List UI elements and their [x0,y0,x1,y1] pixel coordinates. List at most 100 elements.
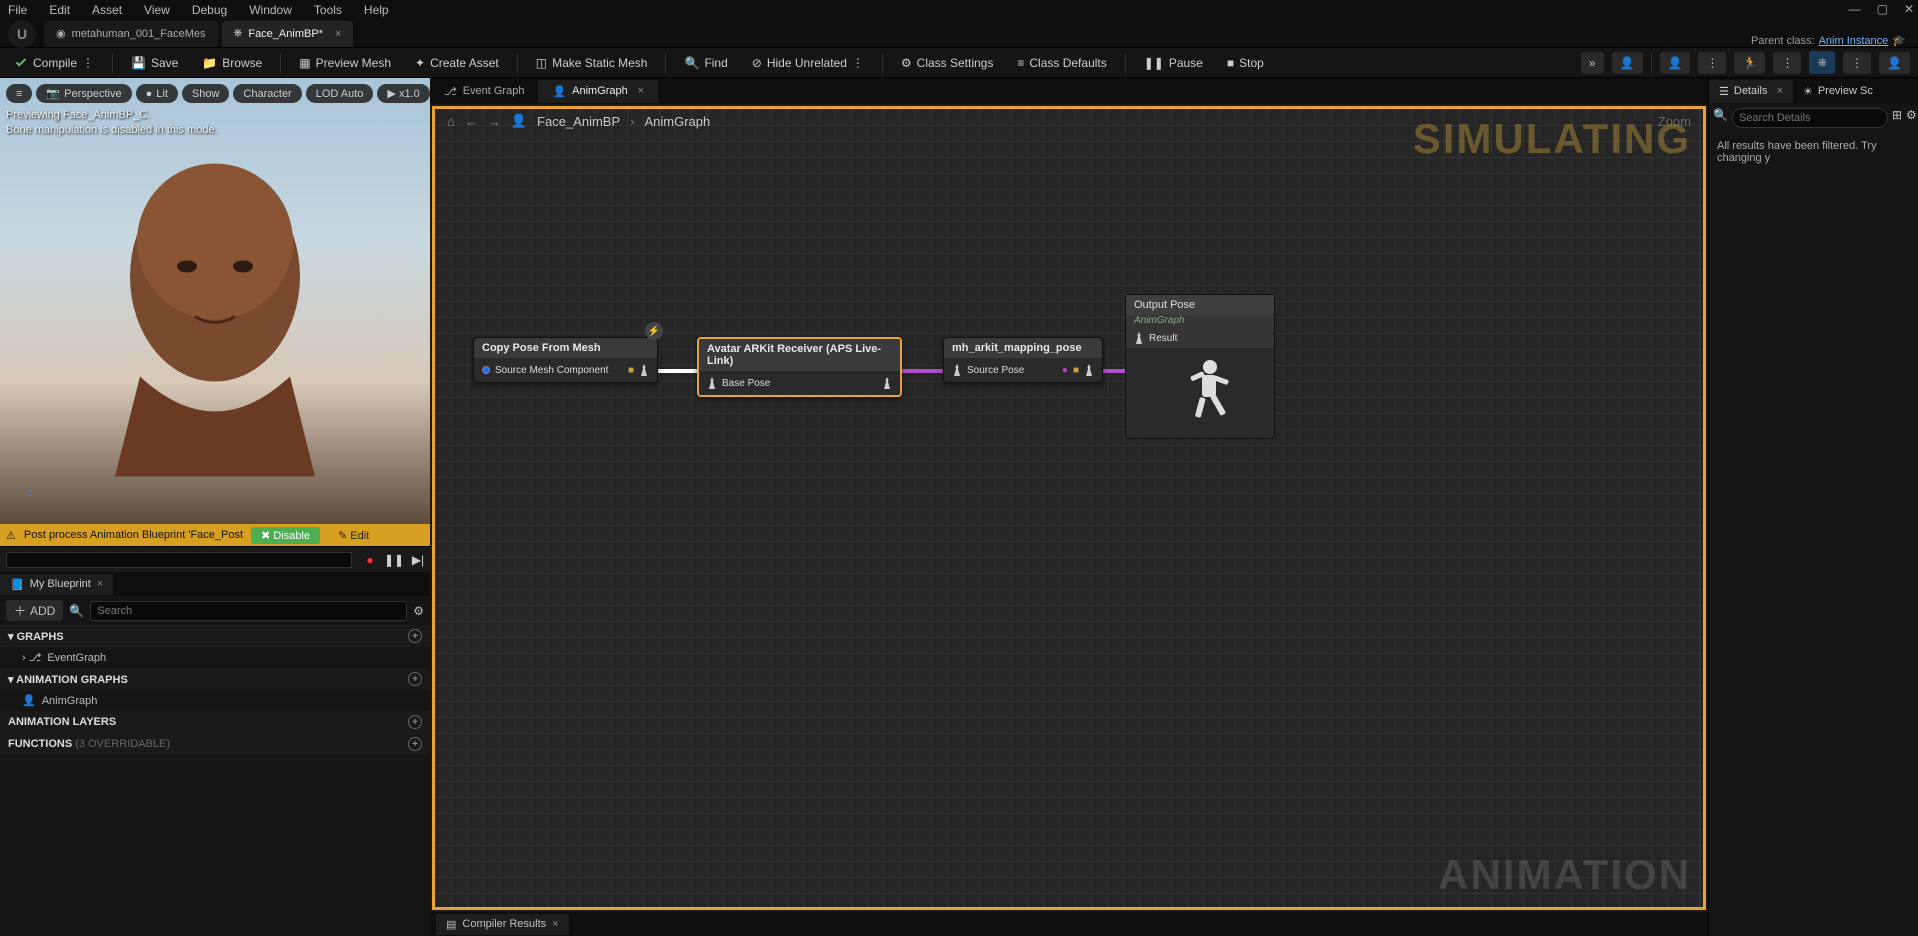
blueprint-search-input[interactable] [90,601,407,621]
nav-home-icon[interactable]: ⌂ [447,114,455,129]
overflow-button[interactable]: » [1581,52,1604,74]
add-graph-icon[interactable]: + [408,629,422,643]
settings-icon[interactable]: ⚙ [413,604,424,618]
skeleton-mode-dropdown[interactable]: ⋮ [1698,52,1726,74]
node-arkit-mapping[interactable]: mh_arkit_mapping_pose Source Pose ●■ [943,337,1103,383]
close-tab-icon[interactable]: × [638,85,644,97]
viewport-lod-button[interactable]: LOD Auto [306,84,374,103]
anim-graph-tab[interactable]: 👤AnimGraph× [538,80,658,103]
pin-result[interactable]: Result [1134,332,1266,344]
preview-viewport[interactable]: ≡ 📷Perspective ●Lit Show Character LOD A… [0,78,430,546]
menu-tools[interactable]: Tools [314,3,342,17]
nav-back-icon[interactable]: ← [465,114,478,129]
menu-window[interactable]: Window [249,3,292,17]
viewport-perspective-button[interactable]: 📷Perspective [36,84,131,103]
hide-unrelated-button[interactable]: ⊘Hide Unrelated⋮ [746,53,870,73]
details-search-input[interactable] [1732,108,1888,128]
pin-out-pose[interactable]: ■ [628,364,649,376]
minimize-icon[interactable]: — [1849,2,1861,16]
gear-icon[interactable]: ⚙ [1906,108,1917,128]
viewport-show-button[interactable]: Show [182,84,230,103]
timeline-pause-button[interactable]: ❚❚ [384,550,404,570]
doc-tab-metahuman[interactable]: ◉ metahuman_001_FaceMes [44,21,218,47]
pin-base-pose[interactable]: Base Pose [707,377,770,389]
save-icon: 💾 [131,56,146,70]
menu-asset[interactable]: Asset [92,3,122,17]
compile-button[interactable]: Compile ⋮ [8,53,100,73]
doc-tab-face-animbp[interactable]: ⎈ Face_AnimBP* × [222,21,354,47]
maximize-icon[interactable]: ▢ [1877,2,1888,16]
disable-button[interactable]: ✖ Disable [251,527,320,544]
close-icon[interactable]: ✕ [1904,2,1914,16]
node-copy-pose[interactable]: Copy Pose From Mesh Source Mesh Componen… [473,337,658,383]
node-output-pose[interactable]: Output Pose AnimGraph Result [1125,294,1275,439]
pin-source-mesh[interactable]: Source Mesh Component [482,365,608,376]
preview-mesh-button[interactable]: ▦Preview Mesh [293,53,397,73]
close-panel-icon[interactable]: × [97,578,103,590]
grid-icon[interactable]: ⊞ [1892,108,1902,128]
unreal-logo-icon[interactable]: U [8,20,36,48]
details-tab[interactable]: ☰Details× [1709,80,1793,103]
anim-graph-item[interactable]: 👤 AnimGraph [0,690,430,711]
menu-help[interactable]: Help [364,3,389,17]
create-asset-button[interactable]: ✦Create Asset [409,53,505,73]
graph-canvas[interactable]: ⌂ ← → 👤 Face_AnimBP › AnimGraph Zoom SIM… [432,106,1706,910]
viewport-speed-button[interactable]: ▶ x1.0 [377,84,429,103]
parent-class-link[interactable]: Anim Instance [1819,35,1889,47]
close-tab-icon[interactable]: × [335,28,341,40]
dropdown-icon[interactable]: ⋮ [852,56,864,70]
pause-button[interactable]: ❚❚Pause [1138,53,1209,73]
menu-view[interactable]: View [144,3,170,17]
animation-mode-button[interactable]: 🏃 [1734,52,1765,74]
anim-blueprint-dropdown[interactable]: ⋮ [1843,52,1871,74]
menu-file[interactable]: File [8,3,27,17]
timeline-track[interactable] [6,552,352,568]
class-settings-button[interactable]: ⚙Class Settings [895,53,999,73]
my-blueprint-tab[interactable]: 📘 My Blueprint × [0,574,113,595]
physics-mode-button[interactable]: 👤 [1879,52,1910,74]
animation-mode-dropdown[interactable]: ⋮ [1773,52,1801,74]
viewport-lit-button[interactable]: ●Lit [136,84,178,103]
skeleton-mode-button[interactable]: 👤 [1660,52,1691,74]
add-anim-graph-icon[interactable]: + [408,672,422,686]
find-button[interactable]: 🔍Find [678,53,733,73]
add-function-icon[interactable]: + [408,737,422,751]
event-graph-tab[interactable]: ⎇Event Graph [430,80,538,103]
nav-forward-icon[interactable]: → [488,114,501,129]
breadcrumb-root[interactable]: Face_AnimBP [537,114,620,129]
add-anim-layer-icon[interactable]: + [408,715,422,729]
viewport-character-button[interactable]: Character [233,84,301,103]
pin-out-pose[interactable] [882,377,892,389]
debug-object-button[interactable]: 👤 [1612,52,1643,74]
event-graph-item[interactable]: › ⎇ EventGraph [0,647,430,668]
class-defaults-button[interactable]: ≡Class Defaults [1011,53,1112,73]
dropdown-icon[interactable]: ⋮ [82,56,94,70]
save-button[interactable]: 💾Save [125,53,184,73]
browse-button[interactable]: 📁Browse [196,53,268,73]
graphs-section[interactable]: ▾ GRAPHS+ [0,625,430,647]
anim-layers-section[interactable]: ANIMATION LAYERS+ [0,711,430,733]
preview-scene-tab[interactable]: ☀Preview Sc [1793,80,1883,103]
anim-blueprint-mode-button[interactable]: ⎈ [1809,51,1835,74]
make-static-mesh-button[interactable]: ◫Make Static Mesh [530,53,654,73]
compiler-results-tab[interactable]: ▤ Compiler Results × [436,914,569,935]
node-avatar-arkit[interactable]: Avatar ARKit Receiver (APS Live-Link) Ba… [697,337,902,397]
close-icon[interactable]: × [1777,85,1783,97]
graduation-icon[interactable]: 🎓 [1892,34,1906,47]
breadcrumb-leaf[interactable]: AnimGraph [644,114,710,129]
record-button[interactable]: ● [360,550,380,570]
stop-button[interactable]: ■Stop [1221,53,1270,73]
hide-icon: ⊘ [752,56,762,70]
close-icon[interactable]: × [552,918,558,930]
node-badge-icon[interactable]: ⚡ [645,322,663,340]
menu-debug[interactable]: Debug [192,3,227,17]
edit-button[interactable]: ✎ Edit [328,527,379,544]
viewport-menu-button[interactable]: ≡ [6,84,32,103]
functions-section[interactable]: FUNCTIONS (3 OVERRIDABLE)+ [0,733,430,755]
pin-source-pose[interactable]: Source Pose [952,364,1024,376]
timeline-step-button[interactable]: ▶| [408,550,428,570]
add-button[interactable]: ＋ ADD [6,600,63,621]
menu-edit[interactable]: Edit [49,3,70,17]
anim-graphs-section[interactable]: ▾ ANIMATION GRAPHS+ [0,668,430,690]
pin-out-pose[interactable]: ●■ [1062,364,1094,376]
